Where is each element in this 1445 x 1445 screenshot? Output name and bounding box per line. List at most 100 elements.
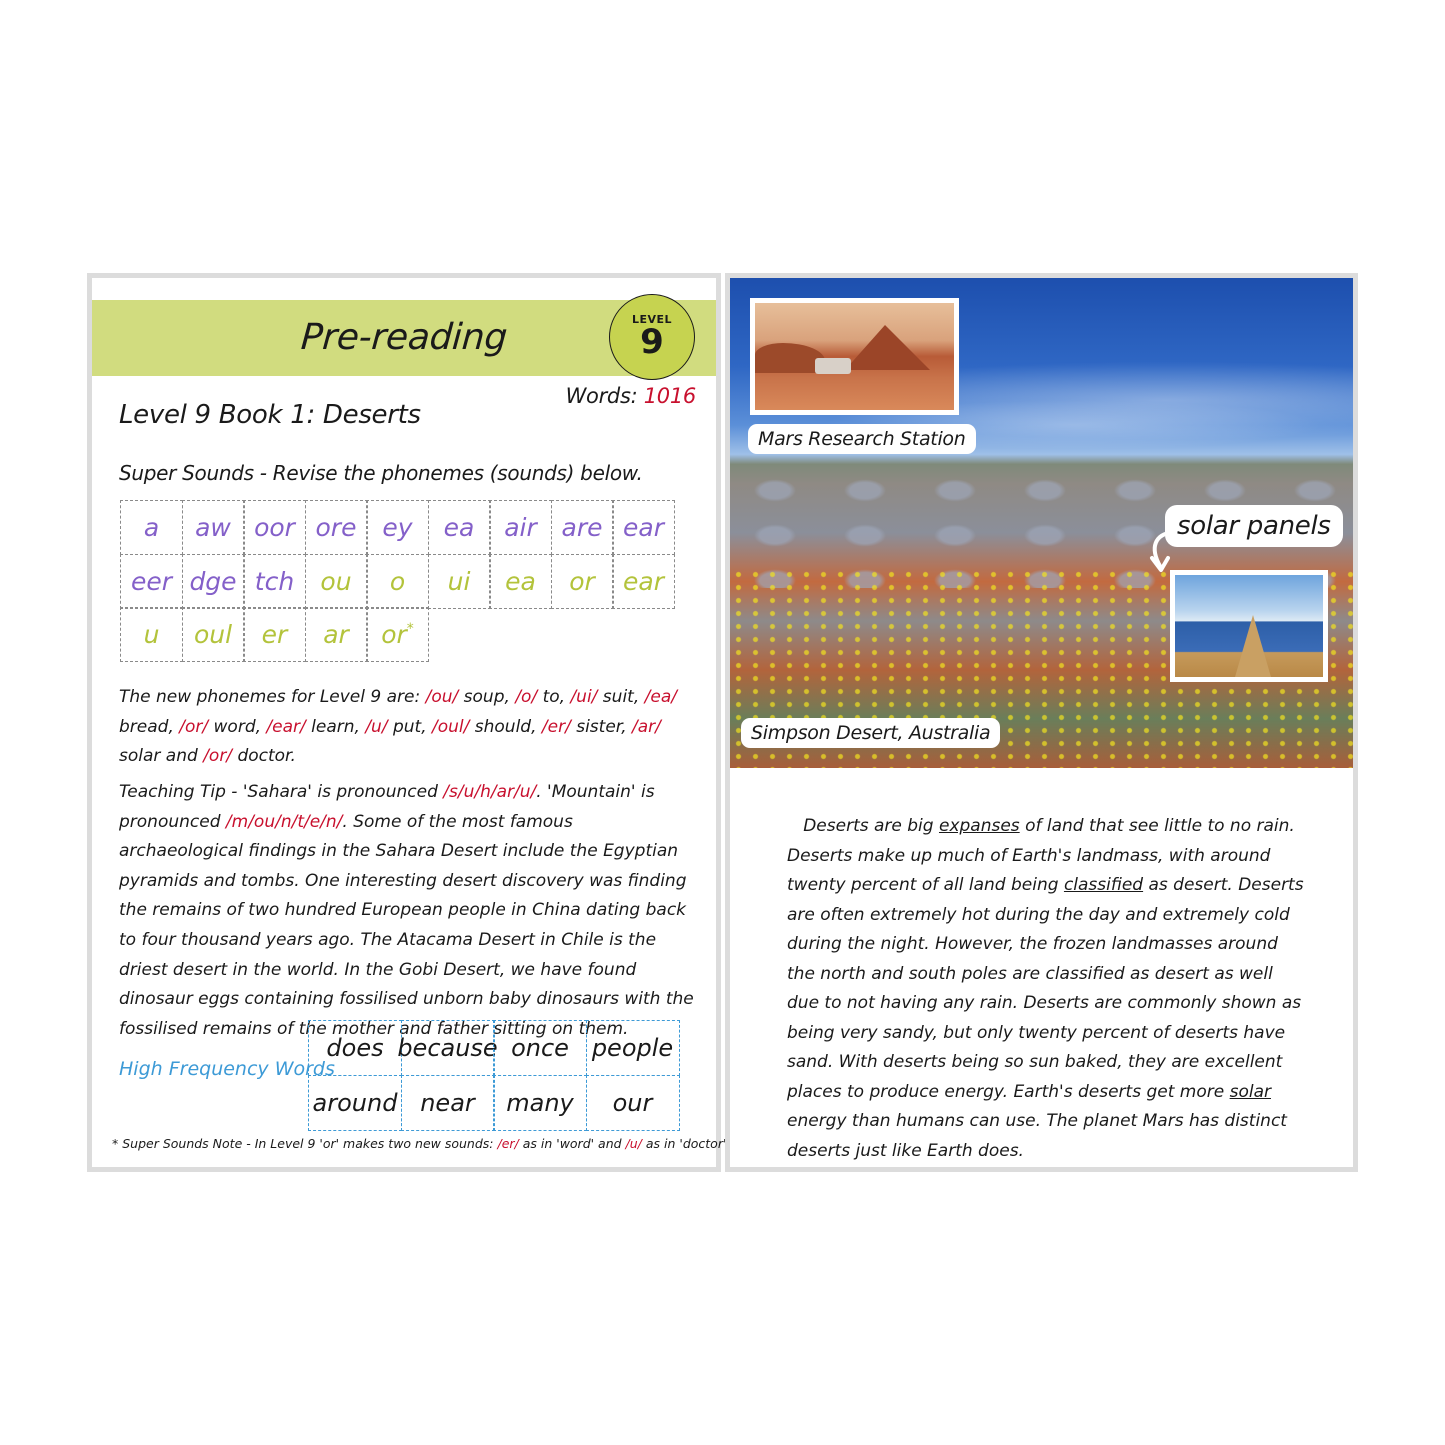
hfw-row: does because once people — [308, 1020, 680, 1076]
asterisk-mark: * — [406, 620, 414, 637]
phoneme-highlight: /ui/ — [570, 687, 598, 707]
mars-mountain — [845, 325, 930, 370]
phoneme-text: or — [381, 620, 407, 649]
phoneme-highlight: /er/ — [497, 1136, 519, 1151]
phoneme-cell: ou — [304, 553, 368, 609]
phoneme-text: ore — [315, 513, 357, 542]
phoneme-highlight: /s/u/h/ar/u/ — [443, 782, 537, 802]
book-title: Level 9 Book 1: Deserts — [119, 400, 421, 430]
hfw-word: many — [493, 1074, 587, 1131]
vocabulary-word: expanses — [938, 816, 1020, 836]
high-frequency-words-grid: does because once people around near many our — [308, 1020, 680, 1131]
phoneme-highlight: /ea/ — [644, 687, 677, 707]
phoneme-highlight: /u/ — [365, 716, 388, 737]
phoneme-cell: ore — [304, 500, 368, 555]
phoneme-text: ey — [382, 513, 413, 542]
phoneme-cell: eer — [120, 553, 183, 609]
phoneme-text: aw — [195, 513, 231, 542]
hfw-word: people — [585, 1020, 680, 1076]
phoneme-cell: er — [243, 607, 306, 662]
phoneme-cell: are — [550, 500, 614, 555]
phoneme-cell: ear — [612, 553, 675, 609]
mars-research-station-photo — [750, 298, 959, 415]
super-sounds-footnote: * Super Sounds Note - In Level 9 'or' ma… — [112, 1136, 731, 1151]
teaching-tip-paragraph: Teaching Tip - 'Sahara' is pronounced /s… — [119, 782, 694, 1039]
phoneme-cell: air — [489, 500, 552, 555]
phoneme-text: ou — [320, 566, 352, 596]
hfw-word: once — [493, 1020, 587, 1076]
phoneme-highlight: /er/ — [541, 716, 571, 737]
phoneme-cell: ea — [427, 500, 491, 555]
vocabulary-word: solar — [1229, 1081, 1271, 1102]
word-count: Words: 1016 — [565, 384, 697, 408]
phoneme-text: oul — [193, 620, 233, 649]
level-badge-number: 9 — [640, 322, 664, 362]
curved-arrow-icon — [1150, 530, 1176, 572]
phoneme-text: tch — [254, 566, 295, 596]
phoneme-text: o — [389, 566, 406, 596]
phoneme-cell: ar — [304, 607, 368, 662]
solar-panel-path — [1235, 615, 1271, 677]
hfw-row: around near many our — [308, 1074, 680, 1131]
high-frequency-words-label: High Frequency Words — [119, 1058, 335, 1080]
phoneme-cell: oor — [243, 500, 306, 555]
phoneme-text: er — [261, 620, 288, 649]
phoneme-text: ear — [623, 566, 664, 596]
hfw-word: our — [585, 1074, 680, 1131]
phoneme-text: a — [143, 513, 160, 542]
mars-caption: Mars Research Station — [748, 424, 976, 454]
vocabulary-word: classified — [1063, 875, 1144, 895]
story-body-text: Deserts are big expanses of land that se… — [787, 816, 1304, 1161]
phoneme-text: ar — [323, 620, 349, 649]
hfw-word: around — [308, 1074, 402, 1131]
word-count-label: Words: — [565, 384, 644, 408]
hfw-word: does — [308, 1020, 402, 1076]
phoneme-text: or — [569, 566, 595, 596]
phoneme-cell: ui — [427, 553, 491, 609]
word-count-value: 1016 — [643, 384, 697, 408]
phoneme-text: ui — [447, 566, 471, 596]
phoneme-row: a aw oor ore ey ea air are ear — [120, 500, 675, 555]
super-sounds-title: Super Sounds - Revise the phonemes (soun… — [119, 461, 643, 485]
phoneme-highlight: /ear/ — [266, 716, 306, 737]
phoneme-cell: or * — [366, 607, 429, 662]
phoneme-cell: ea — [489, 553, 552, 609]
phoneme-cell: a — [120, 500, 183, 555]
desert-landscape-photo: Mars Research Station solar panels Simps… — [730, 278, 1353, 768]
story-page: Mars Research Station solar panels Simps… — [725, 273, 1358, 1172]
phoneme-grid: a aw oor ore ey ea air are ear eer dge tch ou o ui ea or… — [120, 500, 675, 662]
phoneme-highlight: /oul/ — [432, 716, 470, 737]
phoneme-highlight: /or/ — [179, 716, 209, 737]
phoneme-highlight: /o/ — [515, 687, 538, 707]
simpson-desert-caption: Simpson Desert, Australia — [741, 718, 1001, 748]
level-badge: LEVEL 9 — [609, 294, 695, 380]
solar-panels-caption: solar panels — [1165, 505, 1343, 547]
phoneme-cell: u — [120, 607, 183, 662]
phoneme-text: are — [561, 513, 603, 542]
phoneme-row: eer dge tch ou o ui ea or ear — [120, 553, 675, 609]
phoneme-text: ear — [623, 513, 664, 542]
phoneme-text: oor — [254, 513, 295, 542]
phoneme-cell: ey — [366, 500, 429, 555]
pre-reading-page: Pre-reading LEVEL 9 Words: 1016 Level 9 … — [87, 273, 730, 1172]
phoneme-highlight: /ou/ — [425, 687, 459, 707]
solar-panels-photo — [1170, 570, 1328, 682]
phoneme-cell: dge — [181, 553, 245, 609]
phoneme-highlight: /m/ou/n/t/e/n/ — [225, 811, 343, 832]
phoneme-row: u oul er ar or * — [120, 607, 674, 662]
phoneme-text: ea — [505, 566, 536, 596]
new-phonemes-paragraph: The new phonemes for Level 9 are: /ou/ s… — [119, 687, 677, 767]
hfw-word: near — [400, 1074, 495, 1131]
phoneme-highlight: /u/ — [625, 1136, 642, 1151]
phoneme-text: air — [504, 513, 537, 542]
phoneme-cell: ear — [612, 500, 675, 555]
phoneme-cell: or — [550, 553, 614, 609]
phoneme-cell: oul — [181, 607, 245, 662]
phoneme-cell: aw — [181, 500, 245, 555]
phoneme-highlight: /ar/ — [632, 716, 661, 737]
phoneme-text: ea — [443, 513, 475, 542]
phoneme-text: eer — [130, 566, 173, 596]
phoneme-cell: o — [366, 553, 429, 609]
mars-base-module — [815, 358, 851, 374]
phoneme-text: dge — [189, 566, 237, 596]
